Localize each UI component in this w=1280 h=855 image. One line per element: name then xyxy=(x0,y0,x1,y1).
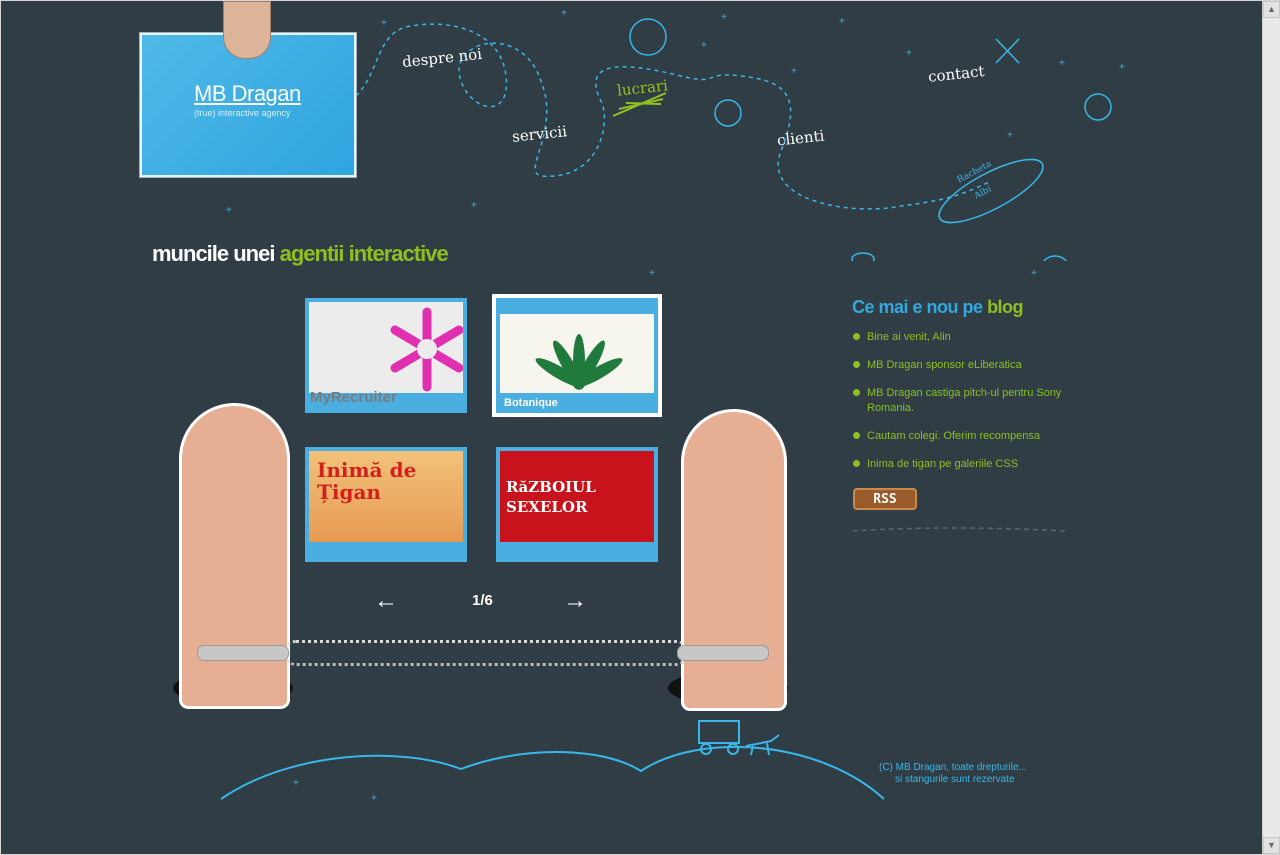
blog-post-item[interactable]: Cautam colegi. Oferim recompensa xyxy=(853,429,1068,444)
right-cuff xyxy=(677,645,769,661)
right-hand-illustration xyxy=(681,409,787,711)
page-heading: muncile unei agentii interactive xyxy=(152,241,449,267)
blog-post-item[interactable]: Bine ai venit, Alin xyxy=(853,330,1068,345)
myrecruiter-logo-icon xyxy=(390,307,463,392)
footer-hills-doodle xyxy=(220,720,885,800)
page-viewport: + + + + + + + + + + + + + + + + + Rachet… xyxy=(1,1,1262,854)
blog-post-item[interactable]: MB Dragan castiga pitch-ul pentru Sony R… xyxy=(853,386,1068,416)
hand-thumb-icon xyxy=(223,1,271,59)
portfolio-tile-inima-de-tigan[interactable]: Inimă de Țigan xyxy=(305,447,467,562)
rocket-doodle-text: Albi xyxy=(972,184,994,202)
site-logo-text[interactable]: MB Dragan xyxy=(194,81,301,107)
handcuff-chain xyxy=(286,640,686,666)
blog-post-link[interactable]: MB Dragan sponsor eLiberatica xyxy=(867,359,1022,371)
heading-part1: muncile unei xyxy=(152,241,275,266)
copyright-line: (C) MB Dragan, toate drepturile... xyxy=(879,762,1027,773)
blog-heading-part2[interactable]: blog xyxy=(987,297,1024,317)
inima-de-tigan-title: Inimă de Țigan xyxy=(317,458,417,504)
site-tagline: (true) interactive agency xyxy=(194,108,291,118)
star-icon: + xyxy=(1031,268,1037,279)
bullet-icon xyxy=(853,389,860,396)
heading-part2: agentii interactive xyxy=(279,241,449,266)
next-arrow-button[interactable]: → xyxy=(563,589,587,613)
horse-doodle-icon xyxy=(745,734,780,756)
star-icon: + xyxy=(649,268,655,279)
blog-post-item[interactable]: MB Dragan sponsor eLiberatica xyxy=(853,358,1068,373)
botanique-logo-icon xyxy=(535,334,623,390)
razboiul-sexelor-title: RăZBOIUL SEXELOR xyxy=(506,478,596,516)
bullet-icon xyxy=(853,361,860,368)
face-doodle-icon xyxy=(714,99,742,127)
portfolio-tile-botanique[interactable]: Botanique xyxy=(496,298,658,413)
blog-heading-part1: Ce mai e nou pe xyxy=(852,297,983,317)
scroll-down-arrow-icon[interactable]: ▼ xyxy=(1263,837,1280,854)
bullet-icon xyxy=(853,333,860,340)
divider-doodle xyxy=(853,527,1066,532)
blog-post-link[interactable]: Inima de tigan pe galeriile CSS xyxy=(867,458,1018,470)
blog-post-link[interactable]: MB Dragan castiga pitch-ul pentru Sony R… xyxy=(867,387,1061,414)
portfolio-tile-myrecruiter[interactable]: MyRecruiter xyxy=(305,298,467,413)
planet-doodle-icon xyxy=(851,252,875,261)
left-hand-illustration xyxy=(179,403,290,709)
left-cuff xyxy=(197,645,289,661)
copyright-line: si stangurile sunt rezervate xyxy=(895,774,1015,785)
cross-doodle-icon xyxy=(995,38,1020,64)
prev-arrow-button[interactable]: ← xyxy=(374,589,398,613)
face-doodle-icon xyxy=(1084,93,1112,121)
blog-post-link[interactable]: Bine ai venit, Alin xyxy=(867,331,951,343)
bullet-icon xyxy=(853,460,860,467)
blog-post-link[interactable]: Cautam colegi. Oferim recompensa xyxy=(867,430,1040,442)
scroll-up-arrow-icon[interactable]: ▲ xyxy=(1263,1,1280,18)
blog-heading: Ce mai e nou pe blog xyxy=(852,297,1024,318)
face-doodle-icon xyxy=(1042,255,1068,261)
blog-post-item[interactable]: Inima de tigan pe galeriile CSS xyxy=(853,457,1068,472)
face-doodle-icon xyxy=(629,18,667,56)
portfolio-tile-label: MyRecruiter xyxy=(310,389,397,406)
rss-button[interactable]: RSS xyxy=(853,488,917,510)
vertical-scrollbar[interactable]: ▲ ▼ xyxy=(1262,1,1280,854)
bullet-icon xyxy=(853,432,860,439)
portfolio-tile-label-active: Botanique xyxy=(504,397,558,409)
portfolio-tile-razboiul-sexelor[interactable]: RăZBOIUL SEXELOR xyxy=(496,447,658,562)
copyright-text: (C) MB Dragan, toate drepturile... si st… xyxy=(879,762,1027,786)
blog-post-list: Bine ai venit, Alin MB Dragan sponsor eL… xyxy=(853,330,1068,485)
pager-indicator: 1/6 xyxy=(472,592,493,609)
